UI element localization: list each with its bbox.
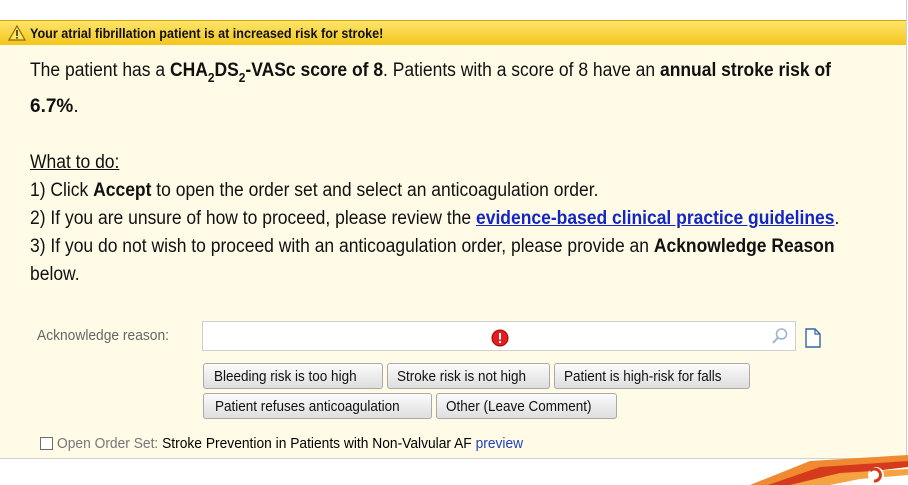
acknowledge-reason-input[interactable] — [202, 321, 796, 351]
score-intro: The patient has a — [30, 60, 170, 81]
reason-bleeding-risk-button[interactable]: Bleeding risk is too high — [203, 363, 383, 389]
risk-value: 6.7% — [30, 96, 74, 117]
alert-header: Your atrial fibrillation patient is at i… — [0, 20, 906, 46]
alert-title: Your atrial fibrillation patient is at i… — [30, 25, 384, 41]
open-order-set-checkbox[interactable] — [40, 437, 53, 450]
preview-link[interactable]: preview — [476, 435, 524, 452]
brand-logo — [750, 455, 908, 485]
alert-body: The patient has a CHA2DS2-VASc score of … — [0, 45, 906, 458]
open-order-set-row: Open Order Set: Stroke Prevention in Pat… — [40, 435, 564, 452]
reason-falls-risk-button[interactable]: Patient is high-risk for falls — [554, 363, 750, 389]
warning-icon — [4, 23, 30, 43]
open-order-set-label: Open Order Set: — [57, 435, 159, 452]
risk-label: annual stroke risk of — [659, 60, 831, 81]
search-icon[interactable] — [771, 327, 789, 350]
reason-stroke-risk-button[interactable]: Stroke risk is not high — [387, 363, 550, 389]
score-label: CHA2DS2-VASc score of 8 — [169, 60, 384, 85]
reason-other-button[interactable]: Other (Leave Comment) — [436, 393, 617, 419]
guidelines-link[interactable]: evidence-based clinical practice guideli… — [476, 208, 834, 229]
what-to-do-heading: What to do: — [30, 152, 120, 173]
alert-message: The patient has a CHA2DS2-VASc score of … — [30, 57, 902, 289]
document-icon[interactable] — [805, 328, 821, 353]
step-3: 3) If you do not wish to proceed with an… — [30, 236, 835, 257]
step-1: 1) Click Accept to open the order set an… — [30, 180, 599, 201]
score-after: . Patients with a score of 8 have an — [383, 60, 660, 81]
required-icon — [491, 329, 509, 352]
order-set-name: Stroke Prevention in Patients with Non-V… — [162, 435, 472, 452]
acknowledge-label: Acknowledge reason: — [37, 327, 169, 344]
step-3-end: below. — [30, 264, 80, 285]
reason-patient-refuses-button[interactable]: Patient refuses anticoagulation — [203, 393, 432, 419]
step-2: 2) If you are unsure of how to proceed, … — [30, 208, 840, 229]
alert-window: Your atrial fibrillation patient is at i… — [0, 0, 907, 458]
